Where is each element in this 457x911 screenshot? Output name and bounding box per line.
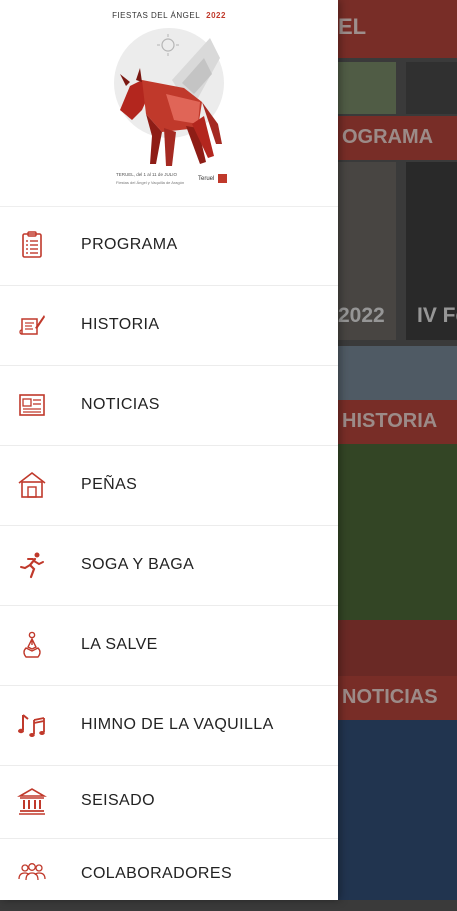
menu-item-programa[interactable]: PROGRAMA — [0, 206, 338, 286]
poster-brand: Teruel — [198, 176, 215, 182]
menu-item-label: PEÑAS — [81, 476, 138, 493]
group-people-icon — [18, 863, 46, 881]
menu-item-la-salve[interactable]: LA SALVE — [0, 606, 338, 686]
menu-item-label: COLABORADORES — [81, 865, 233, 882]
poster-brand-mark — [218, 174, 227, 183]
menu-item-label: LA SALVE — [81, 636, 158, 653]
newspaper-icon — [19, 394, 45, 416]
poster-caption: TERUEL, del 1 al 11 de JULIO — [116, 172, 177, 177]
scroll-quill-icon — [19, 315, 45, 335]
menu-item-label: NOTICIAS — [81, 396, 160, 413]
menu-item-noticias[interactable]: NOTICIAS — [0, 366, 338, 446]
menu-item-label: SOGA Y BAGA — [81, 556, 195, 573]
menu-item-label: HIMNO DE LA VAQUILLA — [81, 716, 274, 733]
poster-subcaption: Fiestas del Ángel y Vaquilla de Aragón — [116, 180, 185, 185]
navigation-drawer: FIESTAS DEL ÁNGEL 2022 TERUEL, del 1 al 1… — [0, 0, 338, 900]
menu-item-soga-y-baga[interactable]: SOGA Y BAGA — [0, 526, 338, 606]
poster-title: FIESTAS DEL ÁNGEL 2022 — [0, 11, 338, 20]
drawer-header: FIESTAS DEL ÁNGEL 2022 TERUEL, del 1 al 1… — [0, 0, 338, 207]
running-person-icon — [20, 552, 44, 579]
praying-person-icon — [23, 631, 41, 658]
drawer-menu: PROGRAMA HISTORIA NOTICIAS PEÑAS SOGA Y … — [0, 206, 338, 911]
music-notes-icon — [18, 714, 45, 737]
menu-item-label: HISTORIA — [81, 316, 160, 333]
poster-year: 2022 — [206, 11, 226, 20]
menu-item-seisado[interactable]: SEISADO — [0, 766, 338, 839]
menu-item-colaboradores[interactable]: COLABORADORES — [0, 839, 338, 911]
menu-item-label: PROGRAMA — [81, 236, 178, 253]
institution-icon — [17, 788, 47, 815]
clipboard-list-icon — [22, 231, 42, 258]
menu-item-label: SEISADO — [81, 792, 155, 809]
menu-item-penas[interactable]: PEÑAS — [0, 446, 338, 526]
poster-title-text: FIESTAS DEL ÁNGEL — [112, 11, 201, 20]
menu-item-historia[interactable]: HISTORIA — [0, 286, 338, 366]
bull-angel-logo — [120, 34, 222, 166]
house-icon — [18, 471, 46, 498]
menu-item-himno-de-la-vaquilla[interactable]: HIMNO DE LA VAQUILLA — [0, 686, 338, 766]
